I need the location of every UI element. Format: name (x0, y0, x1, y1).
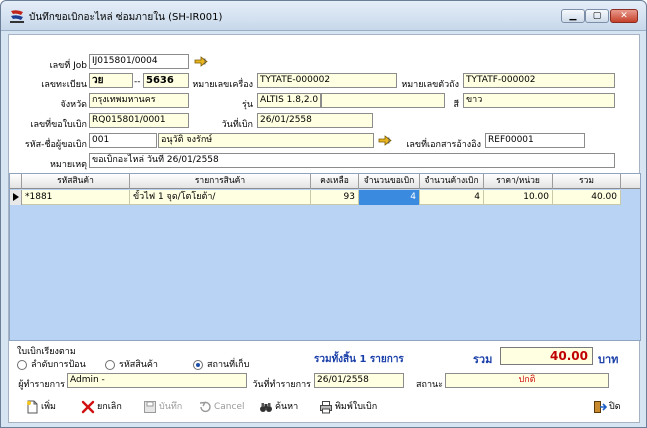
radio-icon[interactable] (17, 360, 27, 370)
engine-label: หมายเลขเครื่อง (192, 80, 253, 90)
cell-total[interactable]: 40.00 (553, 190, 621, 205)
undo-icon (199, 401, 211, 413)
search-button-label: ค้นหา (275, 402, 299, 412)
action-toolbar: เพิ่ม ยกเลิก บันทึก Cancel ค้นหา พิมพ์ใบ… (25, 396, 625, 418)
col-header-pending-qty[interactable]: จำนวนค้างเบิก (420, 174, 484, 189)
title-bar[interactable]: บันทึกขอเบิกอะไหล่ ซ่อมภายใน (SH-IR001) … (1, 1, 646, 31)
col-header-remain[interactable]: คงเหลือ (311, 174, 359, 189)
color-field[interactable]: ขาว (463, 93, 615, 108)
model-field[interactable]: ALTIS 1.8,2.0 (257, 93, 321, 108)
col-header-request-qty[interactable]: จำนวนขอเบิก (359, 174, 420, 189)
maximize-icon: ▢ (592, 11, 602, 21)
close-icon: ✕ (620, 11, 628, 21)
col-header-code[interactable]: รหัสสินค้า (22, 174, 130, 189)
request-no-field[interactable]: RQ015801/0001 (89, 113, 189, 128)
application-window: บันทึกขอเบิกอะไหล่ ซ่อมภายใน (SH-IR001) … (0, 0, 647, 428)
cell-unit-price[interactable]: 10.00 (484, 190, 553, 205)
maximize-button[interactable]: ▢ (585, 9, 609, 23)
sort-group: ใบเบิกเรียงตาม ลำดับการป้อน รหัสสินค้า ส… (13, 344, 253, 376)
currency-label: บาท (598, 353, 619, 366)
job-lookup-icon[interactable] (194, 56, 208, 67)
status-label: สถานะ (416, 380, 443, 390)
requester-lookup-icon[interactable] (378, 135, 392, 146)
status-badge: ปกติ (445, 373, 609, 388)
save-disk-icon (144, 401, 156, 413)
minimize-button[interactable]: ▁ (561, 9, 585, 23)
radio-selected-icon[interactable] (193, 360, 203, 370)
col-header-name[interactable]: รายการสินค้า (130, 174, 311, 189)
delete-x-icon (81, 400, 95, 414)
model-extra-field[interactable] (321, 93, 445, 108)
col-header-unit-price[interactable]: ราคา/หน่วย (484, 174, 553, 189)
close-window-button[interactable]: ✕ (610, 9, 638, 23)
request-date-field[interactable]: 26/01/2558 (257, 113, 373, 128)
close-button-label: ปิด (609, 402, 621, 412)
note-field[interactable]: ขอเบิกอะไหล่ วันที่ 26/01/2558 (89, 153, 615, 168)
ref-field[interactable]: REF00001 (485, 133, 585, 148)
save-button-label: บันทึก (159, 402, 183, 412)
printer-icon (320, 401, 332, 414)
grid-header: รหัสสินค้า รายการสินค้า คงเหลือ จำนวนขอเ… (10, 174, 640, 189)
plate-number-field[interactable]: 5636 (143, 73, 189, 88)
plate-prefix-field[interactable]: วย (89, 73, 133, 88)
window-title: บันทึกขอเบิกอะไหล่ ซ่อมภายใน (SH-IR001) (29, 12, 223, 23)
radio-icon[interactable] (105, 360, 115, 370)
job-label: เลขที่ Job (49, 61, 87, 71)
binoculars-icon (260, 403, 272, 412)
cell-pending-qty[interactable]: 4 (420, 190, 484, 205)
exit-door-icon (594, 401, 607, 413)
request-no-label: เลขที่ขอใบเบิก (30, 120, 87, 130)
col-header-total[interactable]: รวม (553, 174, 621, 189)
cell-name[interactable]: ขั้วไฟ 1 จุด/โตโยต้า/ (130, 190, 311, 205)
current-row-indicator-icon (10, 190, 22, 205)
cancel-button-label: Cancel (214, 402, 245, 412)
grid-header-indicator (10, 174, 22, 189)
cell-remain[interactable]: 93 (311, 190, 359, 205)
app-logo-icon (10, 10, 24, 23)
plate-dash: -- (134, 77, 141, 87)
requester-label: รหัส-ชื่อผู้ขอเบิก (24, 140, 87, 150)
tx-date-label: วันที่ทำรายการ (252, 380, 311, 390)
table-row[interactable]: *1881 ขั้วไฟ 1 จุด/โตโยต้า/ 93 4 4 10.00… (10, 190, 621, 205)
item-count-text: รวมทั้งสิ้น 1 รายการ (314, 354, 404, 365)
chassis-label: หมายเลขตัวถัง (401, 80, 459, 90)
chassis-field[interactable]: TYTATF-000002 (463, 73, 615, 88)
sort-option-entry-label: ลำดับการป้อน (31, 360, 86, 370)
cancel-document-label: ยกเลิก (97, 402, 122, 412)
sort-group-title: ใบเบิกเรียงตาม (17, 347, 76, 357)
minimize-icon: ▁ (569, 11, 577, 21)
cell-request-qty[interactable]: 4 (359, 190, 420, 205)
job-field[interactable]: IJ015801/0004 (89, 54, 189, 69)
sort-option-code-label: รหัสสินค้า (119, 360, 158, 370)
user-field: Admin - (67, 373, 247, 388)
province-label: จังหวัด (60, 100, 88, 110)
request-date-label: วันที่เบิก (221, 120, 253, 130)
province-field[interactable]: กรุงเทพมหานคร (89, 93, 189, 108)
grand-total-field: 40.00 (500, 347, 593, 365)
total-label: รวม (473, 353, 493, 366)
new-button-label: เพิ่ม (41, 402, 56, 412)
cell-code[interactable]: *1881 (22, 190, 130, 205)
print-button-label: พิมพ์ใบเบิก (335, 402, 378, 412)
user-label: ผู้ทำรายการ (18, 380, 65, 390)
engine-field[interactable]: TYTATE-000002 (257, 73, 397, 88)
sort-option-location-label: สถานที่เก็บ (207, 360, 250, 370)
requester-name-field[interactable]: อนุวัติ จงรักษ์ (158, 133, 374, 148)
items-grid[interactable]: รหัสสินค้า รายการสินค้า คงเหลือ จำนวนขอเ… (9, 173, 641, 341)
note-label: หมายเหตุ (49, 160, 87, 170)
tx-date-field: 26/01/2558 (314, 373, 404, 388)
model-label: รุ่น (242, 100, 253, 110)
requester-code-field[interactable]: 001 (89, 133, 157, 148)
color-label: สี (453, 100, 460, 110)
form-area: เลขที่ Job IJ015801/0004 เลขทะเบียน วย -… (8, 34, 641, 423)
new-document-icon (27, 400, 38, 414)
plate-label: เลขทะเบียน (41, 80, 87, 90)
ref-label: เลขที่เอกสารอ้างอิง (406, 140, 481, 150)
